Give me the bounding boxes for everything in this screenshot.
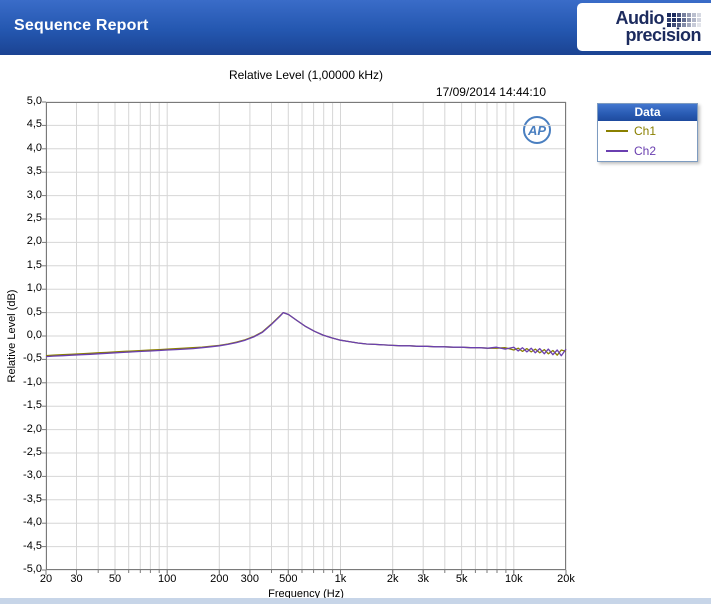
y-tick-label: -4,0 [23,516,42,529]
legend-item-label: Ch2 [634,144,657,158]
audio-precision-logo: Audio precision [577,3,711,51]
logo-word-precision: precision [625,25,701,45]
x-tick-label: 10k [504,573,523,585]
y-tick-label: -3,5 [23,492,42,505]
y-tick-label: 4,5 [26,118,42,131]
legend-item-ch2[interactable]: Ch2 [598,141,697,161]
y-tick-label: -1,0 [23,375,42,388]
y-tick-label: -0,5 [23,352,42,365]
legend-item-ch1[interactable]: Ch1 [598,121,697,141]
series-line-ch1 [45,311,567,357]
page-title: Sequence Report [14,17,149,34]
legend-header: Data [598,104,697,121]
x-tick-label: 3k [417,573,429,585]
legend-line-sample-icon [606,150,628,152]
y-tick-label: 5,0 [26,95,42,107]
y-tick-label: -3,0 [23,469,42,482]
y-tick-label: 3,5 [26,165,42,178]
x-tick-label: 300 [240,573,260,585]
chart-canvas [42,101,567,575]
y-tick-label: 0,0 [26,329,42,341]
y-tick-label: -1,5 [23,399,42,412]
y-tick-label: -2,0 [23,422,42,435]
series-line-ch2 [45,311,567,358]
x-tick-label: 1k [334,573,347,585]
y-tick-label: 0,5 [26,305,42,318]
x-tick-label: 100 [157,573,177,585]
legend-items: Ch1 Ch2 [598,121,697,161]
bottom-strip [0,598,711,604]
y-tick-label: -4,5 [23,539,42,552]
logo-text: Audio precision [616,9,702,45]
chart-title: Relative Level (1,00000 kHz) [228,68,384,82]
x-tick-label: 30 [70,573,83,585]
legend-line-sample-icon [606,130,628,132]
x-tick-label: 20k [557,573,575,585]
chart-area: Relative Level (1,00000 kHz) 17/09/2014 … [0,55,711,600]
timestamp: 17/09/2014 14:44:10 [435,85,546,99]
legend: Data Ch1 Ch2 [597,103,698,162]
header-bar: Sequence Report Audio precision [0,0,711,55]
y-tick-label: 1,5 [26,258,42,271]
legend-item-label: Ch1 [634,124,657,138]
y-tick-label: -2,5 [23,446,42,458]
x-tick-label: 500 [279,573,298,585]
x-tick-label: 5k [455,573,468,585]
logo-pixel-grid-icon [667,10,701,27]
y-tick-label: 3,0 [26,188,42,201]
y-tick-label: 2,0 [26,235,42,248]
y-tick-label: 1,0 [26,282,42,295]
y-tick-label: 2,5 [26,212,42,224]
x-tick-label: 50 [108,573,122,585]
y-tick-label: 4,0 [26,141,42,154]
